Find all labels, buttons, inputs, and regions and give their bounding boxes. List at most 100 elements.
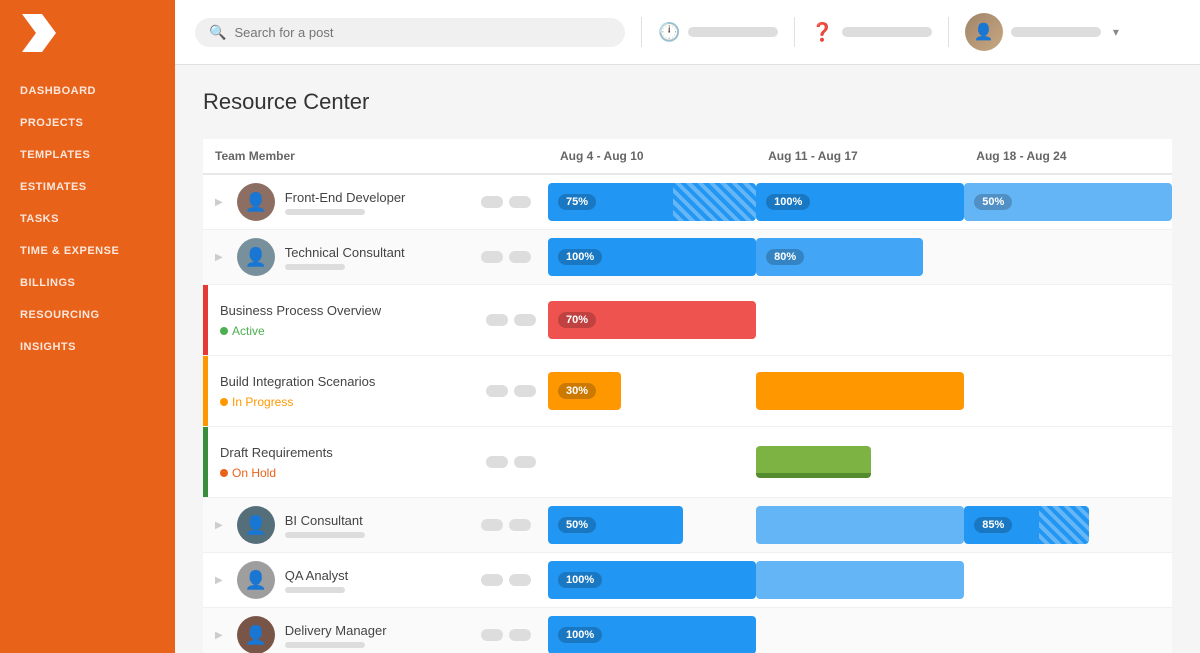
sidebar-item-tasks[interactable]: TASKS xyxy=(0,203,175,235)
action-icons xyxy=(486,314,536,326)
action-icon-1[interactable] xyxy=(481,574,503,586)
sidebar-item-insights[interactable]: INSIGHTS xyxy=(0,331,175,363)
action-icon-1[interactable] xyxy=(481,196,503,208)
member-role-bar xyxy=(285,587,345,593)
member-role-bar xyxy=(285,532,365,538)
avatar: 👤 xyxy=(237,561,275,599)
table-row: ▶ 👤 Front-End Developer xyxy=(203,174,1172,230)
action-icons xyxy=(481,574,531,586)
member-name: Technical Consultant xyxy=(285,245,405,260)
action-icon-2[interactable] xyxy=(509,519,531,531)
status-label: Active xyxy=(232,324,265,338)
resource-table: Team Member Aug 4 - Aug 10 Aug 11 - Aug … xyxy=(203,139,1172,653)
action-icons xyxy=(481,519,531,531)
action-icon-1[interactable] xyxy=(486,456,508,468)
member-info: Front-End Developer xyxy=(285,190,406,215)
col-week1: Aug 4 - Aug 10 xyxy=(548,139,756,174)
search-input[interactable] xyxy=(234,25,611,40)
member-name: QA Analyst xyxy=(285,568,349,583)
table-row: Build Integration Scenarios In Progress xyxy=(203,356,1172,427)
member-cell: ▶ 👤 BI Consultant xyxy=(203,498,548,553)
action-icon-2[interactable] xyxy=(509,629,531,641)
gantt-bar: 50% xyxy=(964,183,1172,221)
col-week2: Aug 11 - Aug 17 xyxy=(756,139,964,174)
pct-badge: 100% xyxy=(558,627,602,643)
pct-badge: 100% xyxy=(766,194,810,210)
pct-badge: 50% xyxy=(558,517,596,533)
member-info: Delivery Manager xyxy=(285,623,387,648)
sidebar-item-time-expense[interactable]: TIME & EXPENSE xyxy=(0,235,175,267)
topbar-separator2 xyxy=(794,17,795,47)
row-expand-icon[interactable]: ▶ xyxy=(215,520,223,531)
gantt-bar: 30% xyxy=(548,372,621,410)
action-icons xyxy=(481,629,531,641)
row-expand-icon[interactable]: ▶ xyxy=(215,252,223,263)
sidebar-item-billings[interactable]: BILLINGS xyxy=(0,267,175,299)
action-icon-1[interactable] xyxy=(481,629,503,641)
action-icons xyxy=(486,385,536,397)
gantt-week2: 80% xyxy=(756,230,964,285)
project-status: In Progress xyxy=(220,395,478,409)
action-icons xyxy=(481,196,531,208)
topbar-help[interactable]: ❓ xyxy=(811,22,931,43)
member-name: BI Consultant xyxy=(285,513,365,528)
project-cell: Build Integration Scenarios In Progress xyxy=(203,356,548,427)
gantt-week2 xyxy=(756,608,964,653)
sidebar-item-estimates[interactable]: ESTIMATES xyxy=(0,171,175,203)
gantt-week1: 50% xyxy=(548,498,756,553)
member-name: Delivery Manager xyxy=(285,623,387,638)
project-cell: Draft Requirements On Hold xyxy=(203,427,548,498)
pct-badge: 70% xyxy=(558,312,596,328)
sidebar-item-projects[interactable]: PROJECTS xyxy=(0,107,175,139)
action-icon-1[interactable] xyxy=(486,385,508,397)
action-icon-2[interactable] xyxy=(509,196,531,208)
action-icon-1[interactable] xyxy=(481,519,503,531)
gantt-bar xyxy=(756,561,964,599)
action-icon-1[interactable] xyxy=(481,251,503,263)
row-expand-icon[interactable]: ▶ xyxy=(215,197,223,208)
avatar: 👤 xyxy=(237,616,275,653)
gantt-week3 xyxy=(964,608,1172,653)
table-row: Draft Requirements On Hold xyxy=(203,427,1172,498)
pct-badge: 75% xyxy=(558,194,596,210)
sidebar-nav: DASHBOARD PROJECTS TEMPLATES ESTIMATES T… xyxy=(0,65,175,363)
gantt-week1: 100% xyxy=(548,608,756,653)
action-icon-2[interactable] xyxy=(514,456,536,468)
gantt-week3 xyxy=(964,285,1172,356)
member-info: Technical Consultant xyxy=(285,245,405,270)
status-dot xyxy=(220,327,228,335)
clock-icon: 🕛 xyxy=(658,22,680,43)
topbar-notifications[interactable]: 🕛 xyxy=(658,22,778,43)
help-label xyxy=(842,27,932,37)
user-avatar: 👤 xyxy=(965,13,1003,51)
gantt-bar xyxy=(756,446,870,478)
sidebar-item-resourcing[interactable]: RESOURCING xyxy=(0,299,175,331)
gantt-week3 xyxy=(964,427,1172,498)
row-expand-icon[interactable]: ▶ xyxy=(215,575,223,586)
action-icons xyxy=(481,251,531,263)
gantt-week3 xyxy=(964,356,1172,427)
action-icon-2[interactable] xyxy=(509,574,531,586)
topbar-user[interactable]: 👤 ▾ xyxy=(965,13,1119,51)
action-icon-2[interactable] xyxy=(514,314,536,326)
gantt-week2 xyxy=(756,498,964,553)
action-icon-2[interactable] xyxy=(514,385,536,397)
table-row: ▶ 👤 BI Consultant xyxy=(203,498,1172,553)
sidebar-item-dashboard[interactable]: DASHBOARD xyxy=(0,75,175,107)
action-icons xyxy=(486,456,536,468)
member-role-bar xyxy=(285,642,365,648)
help-icon: ❓ xyxy=(811,22,833,43)
gantt-bar: 80% xyxy=(756,238,923,276)
main-content: 🔍 🕛 ❓ 👤 ▾ Resource Center Team Me xyxy=(175,0,1200,653)
sidebar-item-templates[interactable]: TEMPLATES xyxy=(0,139,175,171)
project-name: Build Integration Scenarios xyxy=(220,374,478,389)
pct-badge: 100% xyxy=(558,572,602,588)
row-expand-icon[interactable]: ▶ xyxy=(215,630,223,641)
search-icon: 🔍 xyxy=(209,24,226,41)
action-icon-2[interactable] xyxy=(509,251,531,263)
topbar-separator3 xyxy=(948,17,949,47)
search-box[interactable]: 🔍 xyxy=(195,18,625,47)
action-icon-1[interactable] xyxy=(486,314,508,326)
gantt-week2 xyxy=(756,356,964,427)
avatar: 👤 xyxy=(237,183,275,221)
